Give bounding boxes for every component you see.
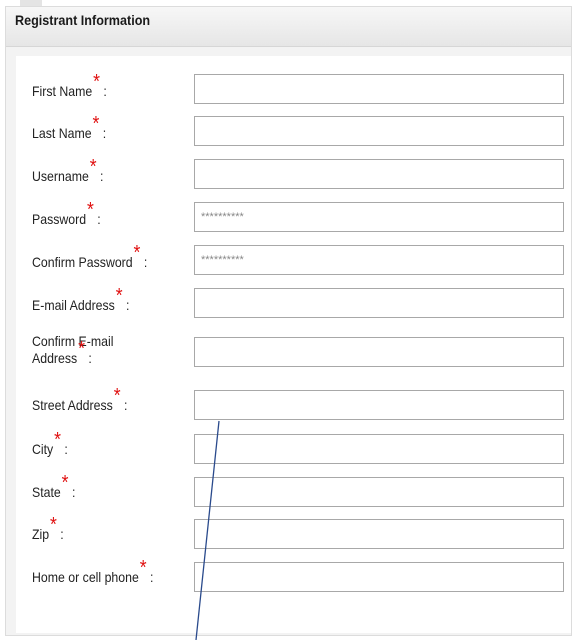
annotation-line (195, 420, 220, 640)
annotation-pointer-line (195, 420, 220, 640)
